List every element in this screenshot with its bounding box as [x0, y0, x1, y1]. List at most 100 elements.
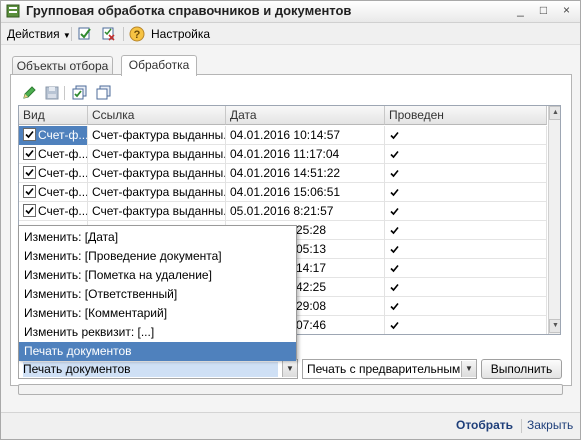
cell-posted[interactable] — [385, 164, 547, 183]
popup-menu-item[interactable]: Изменить: [Проведение документа] — [19, 247, 296, 266]
cell-posted[interactable] — [385, 202, 547, 221]
column-header-ref[interactable]: Ссылка — [88, 106, 226, 125]
window-title: Групповая обработка справочников и докум… — [26, 3, 352, 18]
popup-menu-item[interactable]: Изменить: [Комментарий] — [19, 304, 296, 323]
table-row[interactable]: Счет-ф... Счет-фактура выданны... 04.01.20… — [19, 183, 547, 202]
tab-processing[interactable]: Обработка — [121, 55, 197, 76]
cell-date[interactable]: 04.01.2016 14:51:22 — [226, 164, 385, 183]
cell-date[interactable]: 05.01.2016 8:21:57 — [226, 202, 385, 221]
cell-ref[interactable]: Счет-фактура выданны... — [88, 126, 226, 145]
cell-ref[interactable]: Счет-фактура выданны... — [88, 145, 226, 164]
cell-kind[interactable]: Счет-ф... — [19, 202, 88, 221]
cell-kind-text: Счет-ф... — [38, 185, 88, 199]
deselect-icon[interactable] — [101, 26, 117, 42]
cell-ref[interactable]: Счет-фактура выданны... — [88, 183, 226, 202]
print-mode-combo-value[interactable]: Печать с предварительным пр — [307, 362, 461, 377]
check-icon — [390, 321, 399, 330]
cell-ref[interactable]: Счет-фактура выданны... — [88, 202, 226, 221]
cell-posted[interactable] — [385, 278, 547, 297]
row-checkbox[interactable] — [23, 166, 36, 179]
row-checkbox[interactable] — [23, 147, 36, 160]
cell-date[interactable]: 04.01.2016 15:06:51 — [226, 183, 385, 202]
check-icon — [390, 131, 399, 140]
action-combo[interactable]: Печать документов ▼ — [18, 359, 298, 379]
popup-menu-item[interactable]: Изменить: [Пометка на удаление] — [19, 266, 296, 285]
cell-date[interactable]: 04.01.2016 11:17:04 — [226, 145, 385, 164]
cell-kind[interactable]: Счет-ф... — [19, 164, 88, 183]
cell-posted[interactable] — [385, 316, 547, 334]
cell-posted[interactable] — [385, 297, 547, 316]
cell-date[interactable]: 04.01.2016 10:14:57 — [226, 126, 385, 145]
footer-separator — [521, 419, 522, 433]
cell-kind-text: Счет-ф... — [38, 166, 88, 180]
close-window-button[interactable]: × — [559, 3, 574, 18]
print-mode-combo[interactable]: Печать с предварительным пр ▼ — [302, 359, 477, 379]
save-disk-icon[interactable] — [44, 85, 60, 101]
cell-ref[interactable]: Счет-фактура выданны... — [88, 164, 226, 183]
maximize-button[interactable]: □ — [536, 3, 551, 18]
cell-posted[interactable] — [385, 259, 547, 278]
posted-check-icon — [389, 261, 400, 278]
check-icon — [390, 169, 399, 178]
check-icon — [390, 245, 399, 254]
table-row[interactable]: Счет-ф... Счет-фактура выданны... 04.01.20… — [19, 164, 547, 183]
edit-pencil-icon[interactable] — [21, 85, 37, 101]
popup-menu-item[interactable]: Изменить: [Дата] — [19, 228, 296, 247]
actions-menu-button[interactable]: Действия ▼ — [7, 26, 71, 42]
posted-check-icon — [389, 280, 400, 297]
check-icon — [25, 149, 34, 158]
select-all-icon[interactable] — [77, 26, 93, 42]
popup-menu-item[interactable]: Изменить: [Ответственный] — [19, 285, 296, 304]
cell-kind[interactable]: Счет-ф... — [19, 126, 88, 145]
cell-kind-text: Счет-ф... — [38, 204, 88, 218]
action-dropdown-list: Изменить: [Дата] Изменить: [Проведение до… — [18, 225, 297, 361]
table-row[interactable]: Счет-ф... Счет-фактура выданны... 04.01.20… — [19, 145, 547, 164]
cell-posted[interactable] — [385, 221, 547, 240]
scroll-down-button[interactable]: ▼ — [549, 319, 560, 333]
check-icon — [25, 168, 34, 177]
toolbar-separator — [123, 27, 124, 41]
panel-toolbar-separator — [64, 86, 65, 100]
posted-check-icon — [389, 128, 400, 145]
posted-check-icon — [389, 299, 400, 316]
help-icon[interactable]: ? — [129, 26, 145, 42]
posted-check-icon — [389, 242, 400, 259]
check-all-icon[interactable] — [72, 85, 88, 101]
cell-posted[interactable] — [385, 183, 547, 202]
row-checkbox[interactable] — [23, 185, 36, 198]
column-header-date[interactable]: Дата — [226, 106, 385, 125]
cell-posted[interactable] — [385, 240, 547, 259]
column-header-kind[interactable]: Вид — [19, 106, 88, 125]
check-icon — [390, 264, 399, 273]
chevron-down-icon: ▼ — [62, 31, 71, 40]
table-row[interactable]: Счет-ф... Счет-фактура выданны... 05.01.20… — [19, 202, 547, 221]
check-icon — [390, 188, 399, 197]
cell-posted[interactable] — [385, 145, 547, 164]
check-icon — [390, 207, 399, 216]
row-checkbox[interactable] — [23, 128, 36, 141]
check-icon — [390, 150, 399, 159]
chevron-down-icon[interactable]: ▼ — [282, 361, 297, 377]
chevron-down-icon[interactable]: ▼ — [461, 361, 476, 377]
minimize-button[interactable]: _ — [513, 3, 528, 18]
cell-posted[interactable] — [385, 126, 547, 145]
posted-check-icon — [389, 166, 400, 183]
tab-selection-objects[interactable]: Объекты отбора — [12, 56, 113, 75]
select-button[interactable]: Отобрать — [456, 418, 513, 432]
settings-button[interactable]: Настройка — [151, 26, 210, 42]
popup-menu-item[interactable]: Печать документов — [19, 342, 296, 361]
check-icon — [390, 283, 399, 292]
table-vertical-scrollbar[interactable]: ▲ ▼ — [548, 106, 560, 334]
execute-button[interactable]: Выполнить — [481, 359, 562, 379]
scroll-up-button[interactable]: ▲ — [549, 106, 560, 120]
close-button[interactable]: Закрыть — [527, 418, 573, 432]
cell-kind[interactable]: Счет-ф... — [19, 145, 88, 164]
row-checkbox[interactable] — [23, 204, 36, 217]
action-combo-value[interactable]: Печать документов — [23, 362, 278, 377]
popup-menu-item[interactable]: Изменить реквизит: [...] — [19, 323, 296, 342]
column-header-posted[interactable]: Проведен — [385, 106, 547, 125]
cell-kind[interactable]: Счет-ф... — [19, 183, 88, 202]
table-row[interactable]: Счет-ф... Счет-фактура выданны... 04.01.20… — [19, 126, 547, 145]
check-icon — [390, 226, 399, 235]
copy-icon[interactable] — [96, 85, 112, 101]
